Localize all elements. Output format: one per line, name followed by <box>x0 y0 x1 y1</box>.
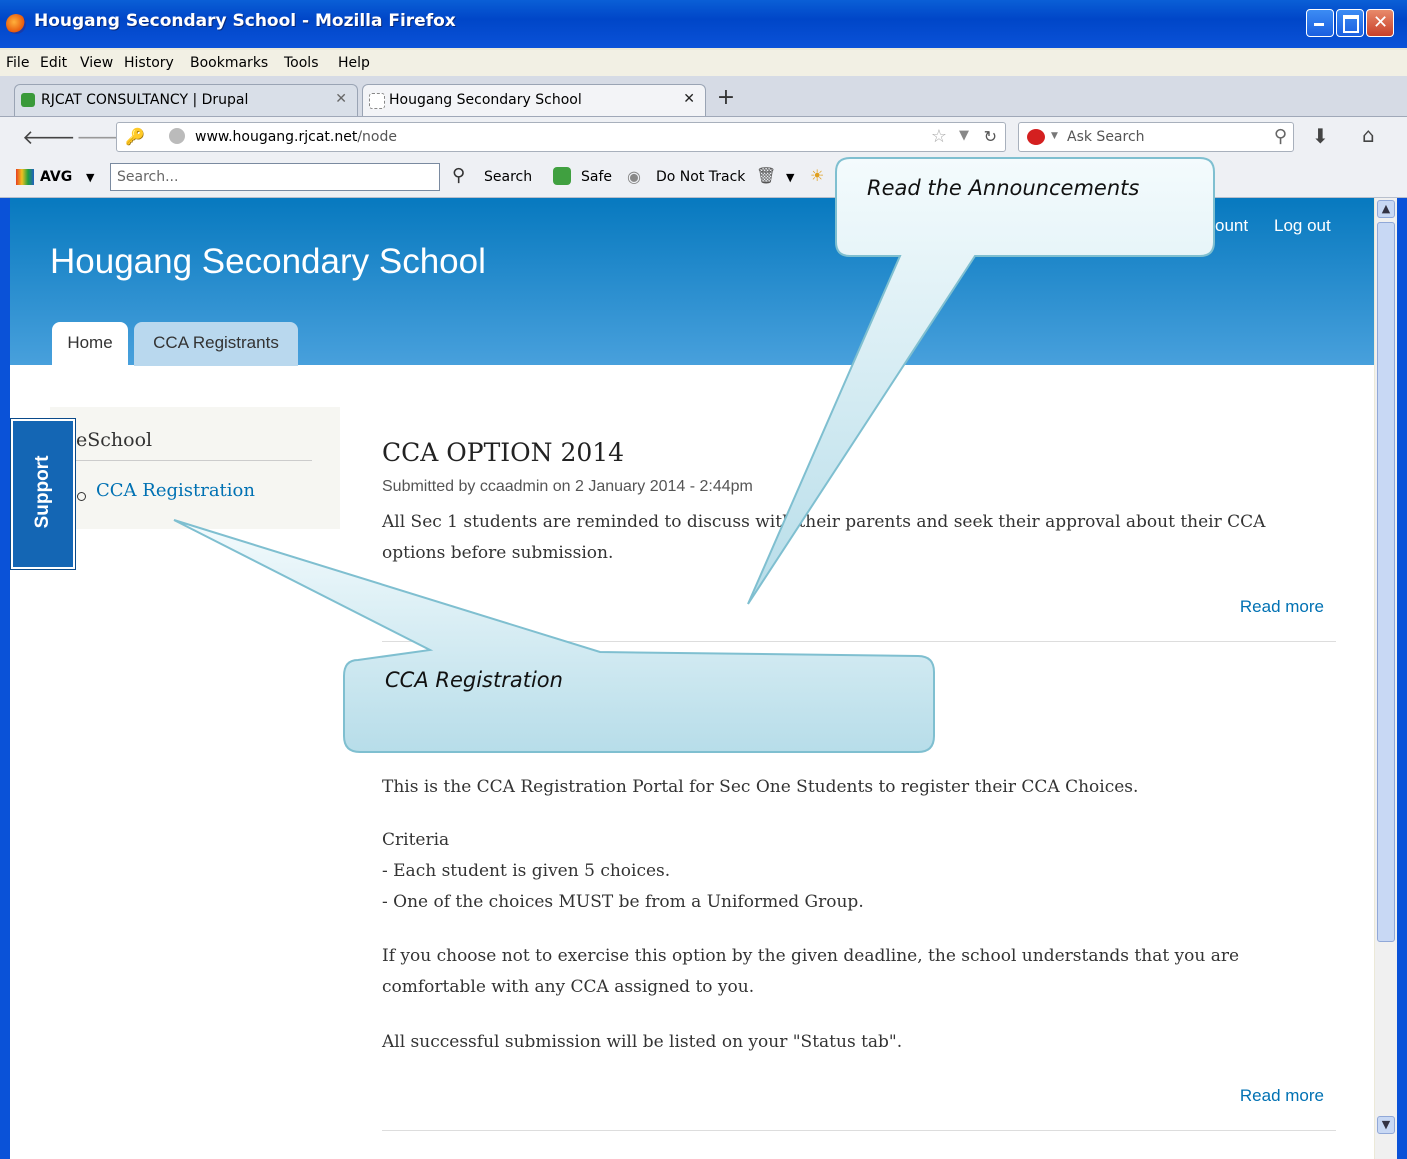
announcements-callout-text: Read the Announcements <box>867 176 1140 200</box>
browser-window: Hougang Secondary School - Mozilla Firef… <box>0 0 1407 1159</box>
announcements-callout-shape <box>747 157 1215 605</box>
registration-callout-shape <box>173 519 935 753</box>
callout-overlay <box>173 157 1215 753</box>
registration-callout-text: CCA Registration <box>385 668 563 692</box>
